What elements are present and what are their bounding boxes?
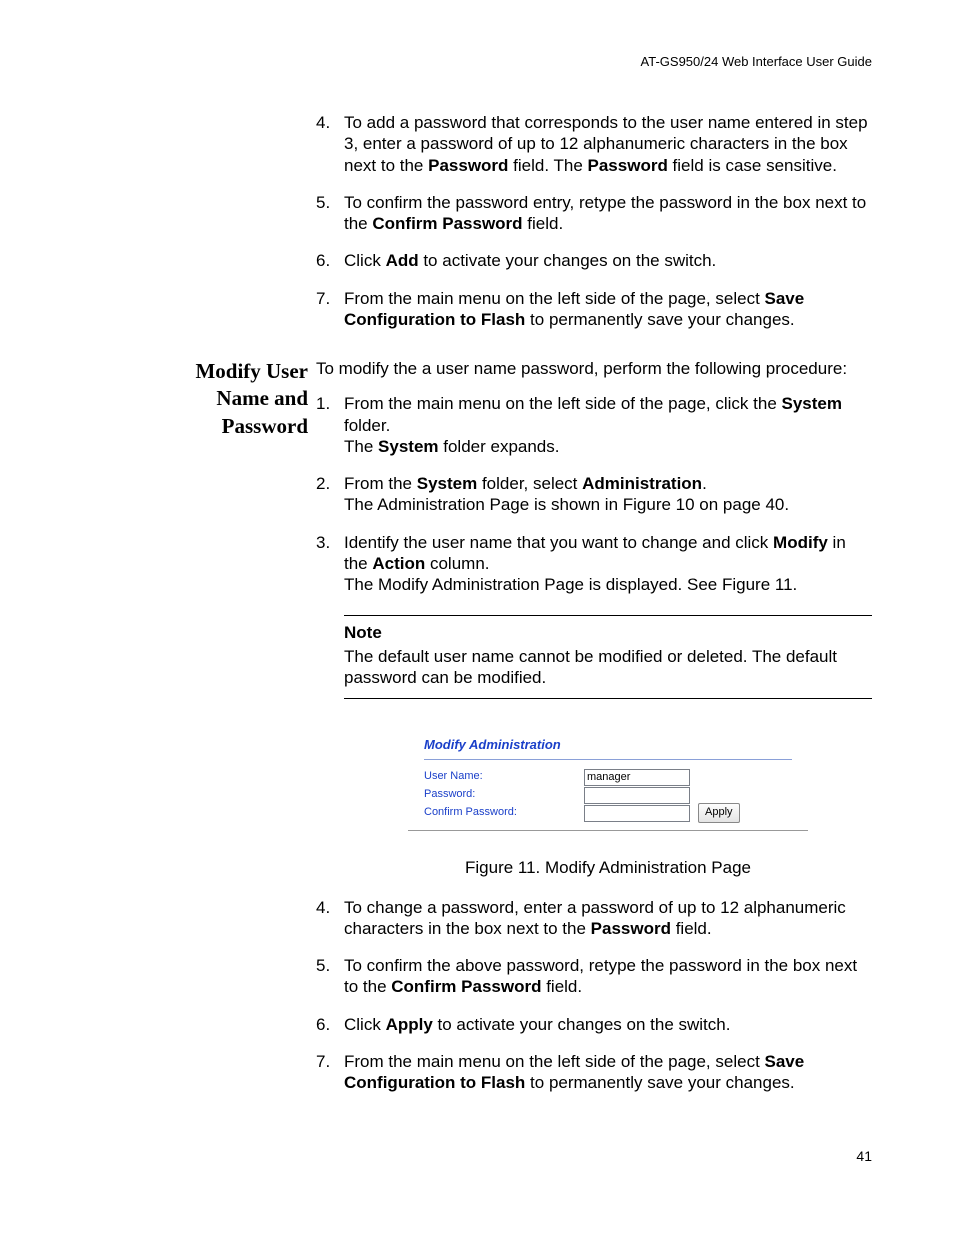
section-steps-a: 1.From the main menu on the left side of…: [316, 393, 872, 595]
list-item: 6.Click Add to activate your changes on …: [316, 250, 872, 271]
list-text: From the main menu on the left side of t…: [344, 393, 872, 457]
list-item: 4.To add a password that corresponds to …: [316, 112, 872, 176]
list-text: To change a password, enter a password o…: [344, 897, 872, 940]
password-label: Password:: [424, 788, 584, 802]
top-steps: 4.To add a password that corresponds to …: [316, 112, 872, 330]
list-item: 7.From the main menu on the left side of…: [316, 1051, 872, 1094]
list-text: To add a password that corresponds to th…: [344, 112, 872, 176]
list-number: 6.: [316, 1014, 344, 1035]
list-number: 5.: [316, 192, 344, 235]
list-text: To confirm the above password, retype th…: [344, 955, 872, 998]
list-number: 6.: [316, 250, 344, 271]
password-input[interactable]: [584, 787, 690, 804]
embed-title: Modify Administration: [424, 733, 792, 760]
running-header: AT-GS950/24 Web Interface User Guide: [641, 54, 872, 70]
list-text: Click Add to activate your changes on th…: [344, 250, 872, 271]
list-number: 3.: [316, 532, 344, 596]
section-intro: To modify the a user name password, perf…: [316, 358, 872, 379]
page-number: 41: [856, 1148, 872, 1166]
figure-11: Modify Administration User Name: Passwor…: [344, 727, 872, 879]
section-heading: Modify UserName andPassword: [160, 358, 316, 440]
list-number: 7.: [316, 1051, 344, 1094]
note-title: Note: [344, 622, 872, 643]
list-number: 4.: [316, 112, 344, 176]
list-number: 1.: [316, 393, 344, 457]
list-text: To confirm the password entry, retype th…: [344, 192, 872, 235]
apply-button[interactable]: Apply: [698, 803, 740, 823]
section-steps-b: 4.To change a password, enter a password…: [316, 897, 872, 1094]
list-number: 4.: [316, 897, 344, 940]
list-number: 2.: [316, 473, 344, 516]
list-text: From the main menu on the left side of t…: [344, 1051, 872, 1094]
list-item: 3.Identify the user name that you want t…: [316, 532, 872, 596]
note-body: The default user name cannot be modified…: [344, 646, 872, 689]
list-text: From the main menu on the left side of t…: [344, 288, 872, 331]
list-number: 7.: [316, 288, 344, 331]
list-text: From the System folder, select Administr…: [344, 473, 872, 516]
list-item: 4.To change a password, enter a password…: [316, 897, 872, 940]
confirm-password-input[interactable]: [584, 805, 690, 822]
list-item: 6.Click Apply to activate your changes o…: [316, 1014, 872, 1035]
list-text: Click Apply to activate your changes on …: [344, 1014, 872, 1035]
list-item: 1.From the main menu on the left side of…: [316, 393, 872, 457]
list-item: 7.From the main menu on the left side of…: [316, 288, 872, 331]
figure-caption: Figure 11. Modify Administration Page: [344, 857, 872, 878]
note-box: Note The default user name cannot be mod…: [344, 615, 872, 699]
list-item: 2.From the System folder, select Adminis…: [316, 473, 872, 516]
list-item: 5.To confirm the password entry, retype …: [316, 192, 872, 235]
confirm-password-label: Confirm Password:: [424, 806, 584, 820]
list-item: 5.To confirm the above password, retype …: [316, 955, 872, 998]
list-number: 5.: [316, 955, 344, 998]
list-text: Identify the user name that you want to …: [344, 532, 872, 596]
username-input[interactable]: [584, 769, 690, 786]
username-label: User Name:: [424, 770, 584, 784]
